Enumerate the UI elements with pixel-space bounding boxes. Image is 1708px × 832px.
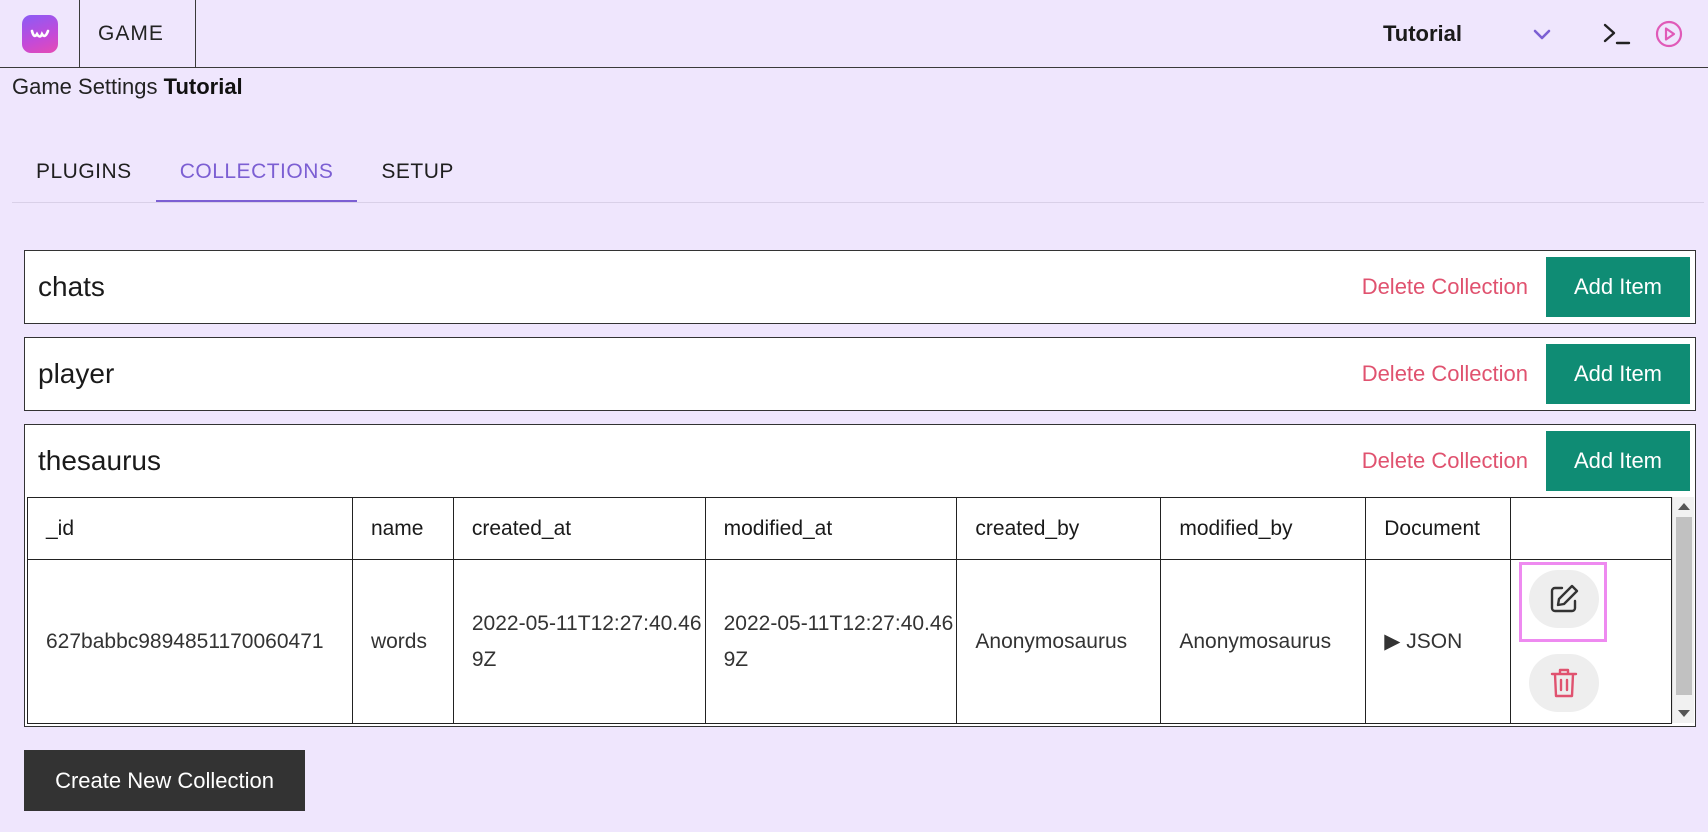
top-bar: GAME Tutorial (0, 0, 1708, 68)
cell-actions (1510, 559, 1672, 724)
document-json-toggle[interactable]: ▶ JSON (1365, 559, 1512, 724)
trash-icon (1551, 668, 1578, 698)
cell-modified-by: Anonymosaurus (1160, 559, 1367, 724)
selected-game-label: Tutorial (1382, 20, 1462, 46)
collection-name: player (38, 358, 115, 389)
column-header-document[interactable]: Document (1365, 497, 1512, 560)
game-selector[interactable]: Tutorial (1383, 0, 1574, 67)
cell-modified-at: 2022-05-11T12:27:40.469Z (704, 559, 958, 724)
edit-icon (1551, 584, 1579, 613)
scroll-up-arrow-icon[interactable] (1678, 503, 1690, 510)
add-item-button[interactable]: Add Item (1546, 257, 1690, 317)
column-header-created-by[interactable]: created_by (956, 497, 1162, 560)
delete-collection-button[interactable]: Delete Collection (1362, 448, 1528, 474)
items-table-wrapper: _id name created_at modified_at created_… (27, 497, 1694, 724)
play-circle-icon (1655, 20, 1683, 47)
column-header-modified-by[interactable]: modified_by (1160, 497, 1367, 560)
items-table: _id name created_at modified_at created_… (27, 497, 1672, 724)
chevron-down-icon (1533, 29, 1551, 39)
delete-collection-button[interactable]: Delete Collection (1362, 274, 1528, 300)
cell-id: 627babbc9894851170060471 (27, 559, 353, 724)
collection-player: player Delete Collection Add Item (24, 337, 1696, 411)
logo-cell (0, 0, 80, 67)
app-label: GAME (80, 0, 196, 67)
column-header-id[interactable]: _id (27, 497, 353, 560)
settings-tabs: PLUGINS COLLECTIONS SETUP (12, 140, 1704, 203)
table-row: 627babbc9894851170060471 words 2022-05-1… (27, 559, 1672, 724)
column-header-modified-at[interactable]: modified_at (704, 497, 958, 560)
collection-name: thesaurus (38, 445, 161, 476)
cell-name: words (351, 559, 454, 724)
breadcrumb: Game Settings Tutorial (12, 74, 243, 100)
tab-collections[interactable]: COLLECTIONS (155, 140, 358, 202)
edit-item-button[interactable] (1529, 570, 1600, 628)
table-header-row: _id name created_at modified_at created_… (27, 497, 1672, 560)
create-new-collection-button[interactable]: Create New Collection (24, 750, 305, 811)
cell-created-at: 2022-05-11T12:27:40.469Z (452, 559, 706, 724)
scrollbar-thumb[interactable] (1676, 517, 1692, 695)
add-item-button[interactable]: Add Item (1546, 344, 1690, 404)
delete-item-button[interactable] (1529, 654, 1600, 712)
collection-name: chats (38, 271, 105, 302)
breadcrumb-current: Tutorial (163, 74, 243, 99)
app-logo-icon[interactable] (21, 14, 58, 53)
table-scrollbar[interactable] (1672, 497, 1694, 723)
column-header-name[interactable]: name (351, 497, 454, 560)
collection-chats: chats Delete Collection Add Item (24, 250, 1696, 324)
console-button[interactable] (1602, 0, 1632, 67)
column-header-actions (1510, 497, 1672, 560)
cell-created-by: Anonymosaurus (956, 559, 1162, 724)
tab-setup[interactable]: SETUP (357, 140, 478, 202)
delete-collection-button[interactable]: Delete Collection (1362, 361, 1528, 387)
breadcrumb-prefix: Game Settings (12, 74, 158, 99)
terminal-icon (1603, 23, 1631, 44)
column-header-created-at[interactable]: created_at (452, 497, 706, 560)
add-item-button[interactable]: Add Item (1546, 431, 1690, 491)
collection-thesaurus: thesaurus Delete Collection Add Item _id… (24, 424, 1696, 727)
scroll-down-arrow-icon[interactable] (1678, 710, 1690, 717)
play-button[interactable] (1654, 0, 1684, 67)
tab-plugins[interactable]: PLUGINS (12, 140, 156, 202)
